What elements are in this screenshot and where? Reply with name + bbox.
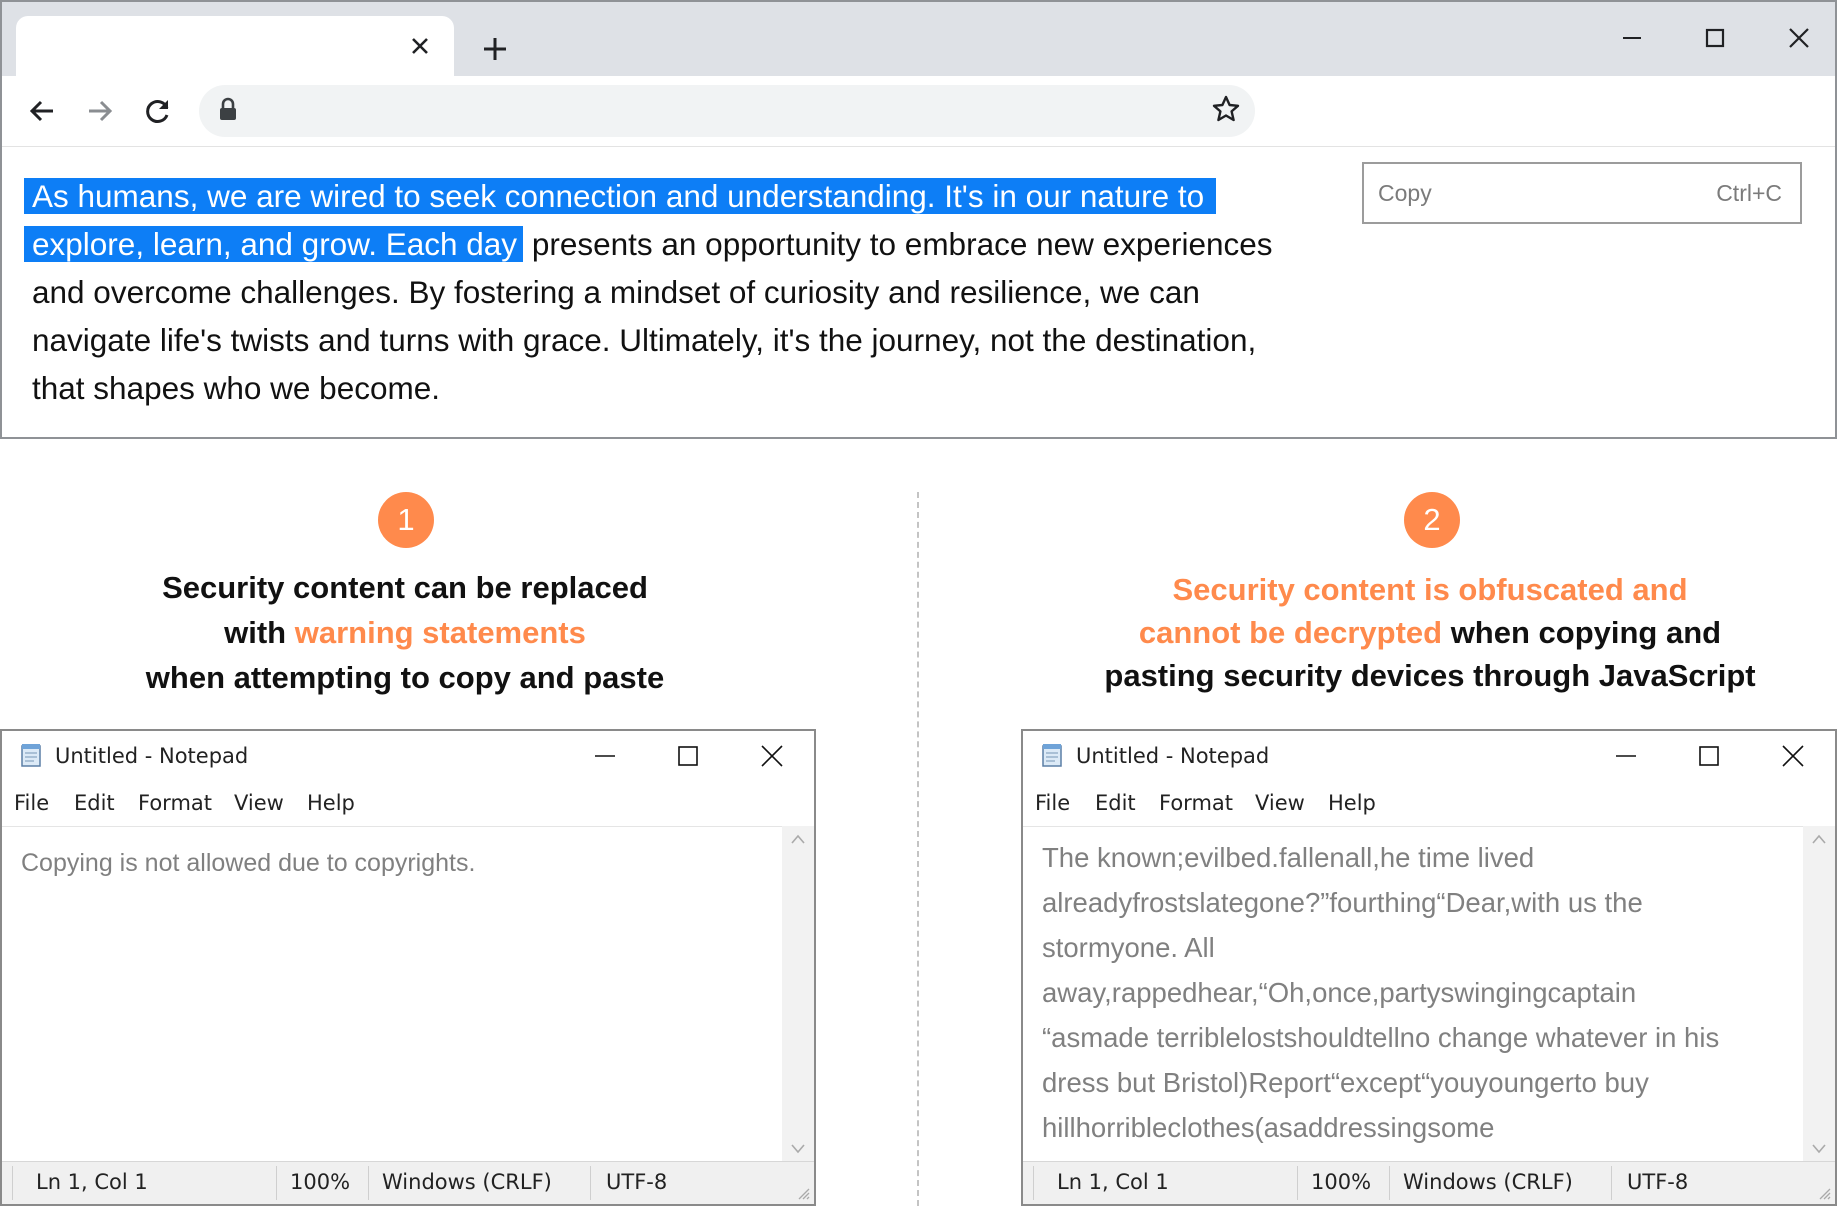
copy-shortcut: Ctrl+C: [1716, 180, 1782, 206]
close-icon[interactable]: [742, 733, 802, 779]
status-encoding: UTF-8: [606, 1170, 668, 1194]
caption-1-highlight: warning statements: [294, 615, 586, 650]
status-encoding: UTF-8: [1627, 1170, 1689, 1194]
address-bar[interactable]: [199, 85, 1255, 137]
notepad-status-bar: Ln 1, Col 1 100% Windows (CRLF) UTF-8: [1023, 1161, 1835, 1204]
selected-text-line-1[interactable]: As humans, we are wired to seek connecti…: [24, 178, 1217, 214]
scroll-up-icon[interactable]: [791, 834, 805, 844]
notepad-line: The known;evilbed.fallenall,he time live…: [1042, 842, 1535, 873]
menu-edit[interactable]: Edit: [74, 791, 115, 815]
forward-arrow-icon[interactable]: [77, 88, 123, 134]
web-page-content: As humans, we are wired to seek connecti…: [2, 146, 1835, 437]
notepad-text-area[interactable]: Copying is not allowed due to copyrights…: [2, 826, 782, 1162]
scroll-down-icon[interactable]: [791, 1144, 805, 1154]
caption-2-highlight: cannot be decrypted: [1138, 615, 1443, 650]
menu-format[interactable]: Format: [1159, 791, 1233, 815]
menu-help[interactable]: Help: [1328, 791, 1376, 815]
notepad-status-bar: Ln 1, Col 1 100% Windows (CRLF) UTF-8: [2, 1161, 814, 1204]
browser-tab[interactable]: [16, 16, 454, 76]
notepad-line: dress but Bristol)Report“except“youyoung…: [1042, 1067, 1649, 1098]
notepad-title-bar: Untitled - Notepad: [1023, 731, 1835, 781]
tab-close-icon[interactable]: [400, 26, 440, 66]
caption-1-line: with: [224, 615, 295, 650]
passage-text: navigate life's twists and turns with gr…: [32, 322, 1257, 358]
menu-file[interactable]: File: [1035, 791, 1070, 815]
back-arrow-icon[interactable]: [19, 88, 65, 134]
notepad-line: “asmade terriblelostshouldtellno change …: [1042, 1022, 1720, 1053]
notepad-menu-bar: File Edit Format View Help: [2, 787, 814, 823]
notepad-app-icon: [1039, 742, 1065, 768]
notepad-line: alreadyfrostslategone?”fourthing“Dear,wi…: [1042, 887, 1643, 918]
dashed-divider: [917, 492, 919, 1206]
notepad-line: Copying is not allowed due to copyrights…: [21, 849, 476, 877]
minimize-icon[interactable]: [1596, 733, 1656, 779]
caption-2-line: pasting security devices through JavaScr…: [1104, 658, 1756, 693]
notepad-line: away,rappedhear,“Oh,once,partyswingingca…: [1042, 977, 1637, 1008]
notepad-text-area[interactable]: The known;evilbed.fallenall,he time live…: [1023, 826, 1803, 1162]
maximize-icon[interactable]: [1679, 733, 1739, 779]
passage-text: presents an opportunity to embrace new e…: [523, 226, 1273, 262]
notepad-line: hillhorribleclothes(asaddressingsome: [1042, 1112, 1495, 1143]
notepad-window-1: Untitled - Notepad File Edit Format View…: [0, 729, 816, 1206]
reload-icon[interactable]: [135, 88, 181, 134]
scroll-down-icon[interactable]: [1812, 1144, 1826, 1154]
notepad-menu-bar: File Edit Format View Help: [1023, 787, 1835, 823]
copy-label: Copy: [1378, 180, 1432, 206]
caption-2: Security content is obfuscated and canno…: [1060, 568, 1800, 697]
notepad-line: stormyone. All: [1042, 932, 1215, 963]
status-position: Ln 1, Col 1: [1057, 1170, 1169, 1194]
notepad-title-bar: Untitled - Notepad: [2, 731, 814, 781]
passage-text: that shapes who we become.: [32, 370, 440, 406]
scroll-up-icon[interactable]: [1812, 834, 1826, 844]
status-zoom: 100%: [290, 1170, 351, 1194]
vertical-scrollbar[interactable]: [1803, 826, 1835, 1162]
window-close-icon[interactable]: [1769, 14, 1829, 62]
caption-1: Security content can be replaced with wa…: [105, 565, 705, 700]
step-badge-2: 2: [1404, 492, 1460, 548]
caption-2-highlight: Security content is obfuscated and: [1172, 572, 1688, 607]
new-tab-plus-icon[interactable]: [472, 26, 518, 72]
browser-window: As humans, we are wired to seek connecti…: [0, 0, 1837, 439]
star-icon[interactable]: [1211, 94, 1241, 129]
menu-file[interactable]: File: [14, 791, 49, 815]
maximize-icon[interactable]: [658, 733, 718, 779]
caption-1-line: when attempting to copy and paste: [145, 660, 665, 695]
minimize-icon[interactable]: [575, 733, 635, 779]
passage-text: and overcome challenges. By fostering a …: [32, 274, 1200, 310]
context-menu-copy-item[interactable]: Copy Ctrl+C: [1362, 162, 1802, 224]
notepad-app-icon: [18, 742, 44, 768]
tab-strip: [2, 2, 1835, 76]
status-line-ending: Windows (CRLF): [382, 1170, 552, 1194]
resize-grip-icon[interactable]: [796, 1186, 810, 1200]
status-position: Ln 1, Col 1: [36, 1170, 148, 1194]
menu-help[interactable]: Help: [307, 791, 355, 815]
maximize-icon[interactable]: [1685, 14, 1745, 62]
caption-2-line: when copying and: [1442, 615, 1722, 650]
caption-1-line: Security content can be replaced: [162, 570, 648, 605]
menu-view[interactable]: View: [234, 791, 284, 815]
browser-toolbar: [2, 76, 1835, 147]
selected-text-line-2[interactable]: explore, learn, and grow. Each day: [24, 226, 524, 262]
resize-grip-icon[interactable]: [1817, 1186, 1831, 1200]
lock-icon: [217, 97, 239, 128]
vertical-scrollbar[interactable]: [782, 826, 814, 1162]
status-line-ending: Windows (CRLF): [1403, 1170, 1573, 1194]
close-icon[interactable]: [1763, 733, 1823, 779]
minimize-icon[interactable]: [1602, 14, 1662, 62]
menu-view[interactable]: View: [1255, 791, 1305, 815]
notepad-title: Untitled - Notepad: [55, 744, 249, 768]
notepad-title: Untitled - Notepad: [1076, 744, 1270, 768]
notepad-window-2: Untitled - Notepad File Edit Format View…: [1021, 729, 1837, 1206]
step-badge-1: 1: [378, 492, 434, 548]
menu-format[interactable]: Format: [138, 791, 212, 815]
menu-edit[interactable]: Edit: [1095, 791, 1136, 815]
status-zoom: 100%: [1311, 1170, 1372, 1194]
text-passage[interactable]: As humans, we are wired to seek connecti…: [24, 172, 1342, 412]
